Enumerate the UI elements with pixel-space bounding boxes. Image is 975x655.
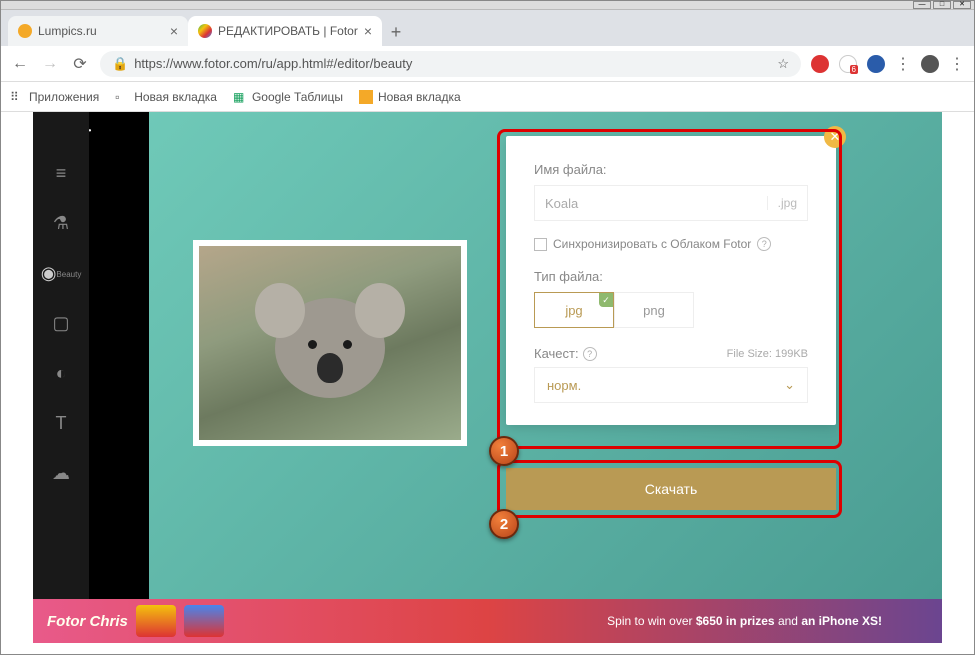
- tab-fotor[interactable]: РЕДАКТИРОВАТЬ | Fotor ×: [188, 16, 382, 46]
- tab-lumpics[interactable]: Lumpics.ru ×: [8, 16, 188, 46]
- bookmarks-bar: ⠿ Приложения ▫ Новая вкладка ▦ Google Та…: [0, 82, 975, 112]
- forward-button[interactable]: →: [40, 54, 60, 74]
- address-field[interactable]: 🔒 https://www.fotor.com/ru/app.html#/edi…: [100, 51, 801, 77]
- ext-icon[interactable]: 6: [839, 55, 857, 73]
- flask-icon[interactable]: ⚗: [50, 212, 72, 234]
- favicon-icon: [198, 24, 212, 38]
- bookmark-item[interactable]: Новая вкладка: [359, 90, 461, 104]
- favicon-icon: [18, 24, 32, 38]
- ext-icon[interactable]: [867, 55, 885, 73]
- minimize-button[interactable]: —: [913, 1, 931, 9]
- menu-icon[interactable]: ⋮: [895, 54, 911, 74]
- page-icon: ▫: [115, 90, 129, 104]
- apps-icon: ⠿: [10, 90, 24, 104]
- callout-marker-1: 1: [489, 436, 519, 466]
- url-text: https://www.fotor.com/ru/app.html#/edito…: [134, 56, 412, 71]
- sticker-icon[interactable]: ◐: [50, 362, 72, 384]
- annotation-box-2: [497, 460, 842, 518]
- bookmark-item[interactable]: ▫ Новая вкладка: [115, 90, 217, 104]
- maximize-button[interactable]: □: [933, 1, 951, 9]
- gift-icon: [136, 605, 176, 637]
- frame-icon[interactable]: ▢: [50, 312, 72, 334]
- close-window-button[interactable]: ✕: [953, 1, 971, 9]
- tab-title: РЕДАКТИРОВАТЬ | Fotor: [218, 24, 358, 38]
- beauty-icon[interactable]: ◉Beauty: [50, 262, 72, 284]
- banner-title: Fotor Chris: [47, 613, 128, 630]
- bookmark-label: Приложения: [29, 90, 99, 104]
- page-icon: [359, 90, 373, 104]
- sheets-icon: ▦: [233, 90, 247, 104]
- banner-text: Spin to win over $650 in prizes and an i…: [607, 614, 882, 628]
- lock-icon: 🔒: [112, 56, 128, 72]
- new-tab-button[interactable]: +: [382, 18, 410, 46]
- koala-image: [199, 246, 461, 440]
- tool-sidebar: ≡ ⚗ ◉Beauty ▢ ◐ T ☁ ?: [33, 112, 89, 643]
- text-icon[interactable]: T: [50, 412, 72, 434]
- gift-icon: [184, 605, 224, 637]
- adjust-icon[interactable]: ≡: [50, 162, 72, 184]
- image-preview-frame: [193, 240, 467, 446]
- cloud-icon[interactable]: ☁: [50, 462, 72, 484]
- bookmark-label: Google Таблицы: [252, 90, 343, 104]
- annotation-box-1: [497, 129, 842, 449]
- callout-marker-2: 2: [489, 509, 519, 539]
- reload-button[interactable]: ⟳: [70, 54, 90, 74]
- profile-avatar[interactable]: [921, 55, 939, 73]
- apps-button[interactable]: ⠿ Приложения: [10, 90, 99, 104]
- close-icon[interactable]: ×: [170, 23, 178, 39]
- chrome-menu-icon[interactable]: ⋮: [949, 54, 965, 74]
- close-icon[interactable]: ×: [364, 23, 372, 39]
- address-bar: ← → ⟳ 🔒 https://www.fotor.com/ru/app.htm…: [0, 46, 975, 82]
- bookmark-item[interactable]: ▦ Google Таблицы: [233, 90, 343, 104]
- tab-strip: Lumpics.ru × РЕДАКТИРОВАТЬ | Fotor × +: [0, 10, 975, 46]
- window-chrome: — □ ✕: [0, 0, 975, 10]
- bookmark-label: Новая вкладка: [134, 90, 217, 104]
- tab-title: Lumpics.ru: [38, 24, 97, 38]
- ext-icon[interactable]: [811, 55, 829, 73]
- promo-banner[interactable]: Fotor Chris Spin to win over $650 in pri…: [33, 599, 942, 643]
- extension-icons: 6 ⋮ ⋮: [811, 54, 965, 74]
- app-viewport: fotor• ≡ ⚗ ◉Beauty ▢ ◐ T ☁ ? Lumpics Lu …: [33, 112, 942, 643]
- back-button[interactable]: ←: [10, 54, 30, 74]
- star-icon[interactable]: ☆: [777, 56, 789, 72]
- bookmark-label: Новая вкладка: [378, 90, 461, 104]
